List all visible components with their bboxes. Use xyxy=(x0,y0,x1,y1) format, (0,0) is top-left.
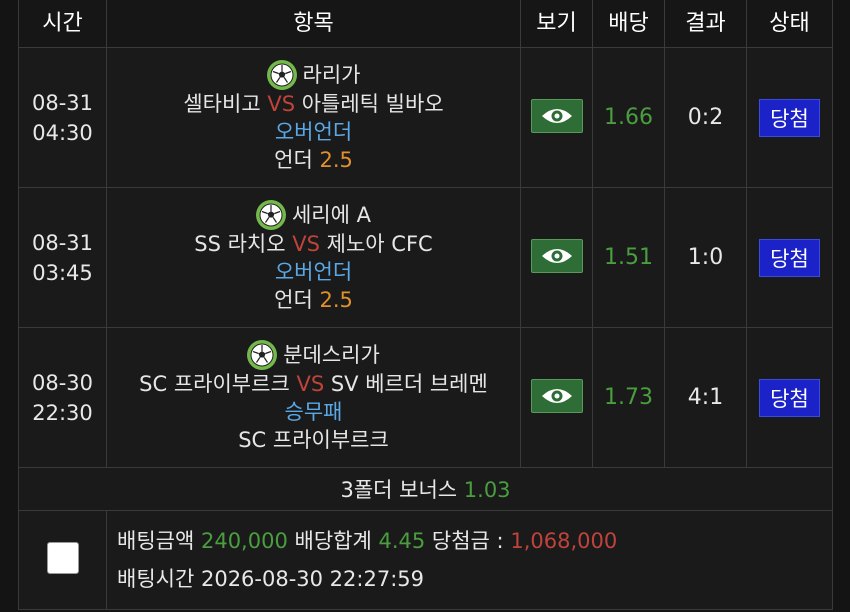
summary-row: 배팅금액 240,000 배당합계 4.45 당첨금 : 1,068,000 배… xyxy=(18,510,833,610)
bet-time: 03:45 xyxy=(32,260,93,285)
bonus-label: 3폴더 보너스 xyxy=(340,478,458,502)
home-team: SC 프라이부르크 xyxy=(139,371,290,396)
match-teams: SC 프라이부르크 VS SV 베르더 브레멘 xyxy=(107,370,520,398)
soccer-ball-icon xyxy=(266,59,297,90)
pick: 언더 xyxy=(274,287,313,312)
select-checkbox[interactable] xyxy=(46,542,79,574)
bet-date: 08-31 xyxy=(31,230,94,255)
bet-row: 08-30 22:30 분데스리가 SC 프라이부르크 VS SV 베르더 브레… xyxy=(18,327,833,468)
bet-date: 08-30 xyxy=(31,370,94,395)
pick-line: 언더 2.5 xyxy=(107,146,520,174)
eye-icon xyxy=(541,388,572,403)
pick: SC 프라이부르크 xyxy=(238,427,389,452)
status-cell: 당첨 xyxy=(746,327,833,468)
odds-cell: 1.66 xyxy=(592,47,665,188)
line-value: 2.5 xyxy=(319,147,353,172)
line-value: 2.5 xyxy=(319,287,353,312)
view-cell xyxy=(520,47,593,188)
home-team: 셀타비고 xyxy=(183,91,261,116)
pick-line: 언더 2.5 xyxy=(107,286,520,314)
eye-icon xyxy=(541,108,572,123)
odds-cell: 1.73 xyxy=(592,327,665,468)
league-name: 라리가 xyxy=(302,62,361,87)
header-item: 항목 xyxy=(106,0,521,48)
eye-icon xyxy=(541,248,572,263)
bonus-value: 1.03 xyxy=(463,478,511,502)
odds-cell: 1.51 xyxy=(592,187,665,328)
soccer-ball-icon xyxy=(247,339,278,370)
bet-history-panel: 시간 항목 보기 배당 결과 상태 08-31 04:30 라리가 셀타비고 V… xyxy=(0,0,850,612)
league-line: 세리에 A xyxy=(107,199,520,230)
bet-time-value: 2026-08-30 22:27:59 xyxy=(200,567,425,591)
bet-slip-table: 시간 항목 보기 배당 결과 상태 08-31 04:30 라리가 셀타비고 V… xyxy=(18,0,833,610)
amount-value: 240,000 xyxy=(200,529,288,553)
bet-row: 08-31 04:30 라리가 셀타비고 VS 아틀레틱 빌바오 오버언더 언더… xyxy=(18,47,833,188)
bet-item-cell: 세리에 A SS 라치오 VS 제노아 CFC 오버언더 언더 2.5 xyxy=(106,187,521,328)
market-type: 오버언더 xyxy=(274,119,353,144)
market-type: 오버언더 xyxy=(274,259,353,284)
status-button[interactable]: 당첨 xyxy=(759,238,820,277)
win-amount: 1,068,000 xyxy=(510,529,618,553)
bonus-cell: 3폴더 보너스 1.03 xyxy=(18,467,833,511)
amount-label: 배팅금액 xyxy=(117,529,195,553)
summary-cell: 배팅금액 240,000 배당합계 4.45 당첨금 : 1,068,000 배… xyxy=(106,510,833,610)
match-teams: 셀타비고 VS 아틀레틱 빌바오 xyxy=(107,90,520,118)
view-button[interactable] xyxy=(530,378,583,413)
match-teams: SS 라치오 VS 제노아 CFC xyxy=(107,230,520,258)
bet-item-cell: 분데스리가 SC 프라이부르크 VS SV 베르더 브레멘 승무패 SC 프라이… xyxy=(106,327,521,468)
status-cell: 당첨 xyxy=(746,187,833,328)
result-cell: 0:2 xyxy=(664,47,747,188)
vs-label: VS xyxy=(267,91,296,116)
bonus-row: 3폴더 보너스 1.03 xyxy=(18,467,833,511)
header-status: 상태 xyxy=(746,0,833,48)
total-odds-value: 4.45 xyxy=(378,529,426,553)
status-button[interactable]: 당첨 xyxy=(759,98,820,137)
bet-date: 08-31 xyxy=(31,90,94,115)
market-type: 승무패 xyxy=(284,399,343,424)
status-button[interactable]: 당첨 xyxy=(759,378,820,417)
view-button[interactable] xyxy=(530,98,583,133)
league-name: 세리에 A xyxy=(291,202,371,227)
pick-line: SC 프라이부르크 xyxy=(107,426,520,454)
bet-item-cell: 라리가 셀타비고 VS 아틀레틱 빌바오 오버언더 언더 2.5 xyxy=(106,47,521,188)
bet-time-cell: 08-30 22:30 xyxy=(18,327,107,468)
soccer-ball-icon xyxy=(255,199,286,230)
league-name: 분데스리가 xyxy=(283,342,380,367)
pick: 언더 xyxy=(274,147,313,172)
status-cell: 당첨 xyxy=(746,47,833,188)
bet-time-cell: 08-31 04:30 xyxy=(18,47,107,188)
result-cell: 1:0 xyxy=(664,187,747,328)
header-odds: 배당 xyxy=(592,0,665,48)
view-button[interactable] xyxy=(530,238,583,273)
away-team: SV 베르더 브레멘 xyxy=(330,371,488,396)
league-line: 분데스리가 xyxy=(107,339,520,370)
bet-time-label: 배팅시간 xyxy=(117,567,195,591)
bet-time: 04:30 xyxy=(32,120,93,145)
result-cell: 4:1 xyxy=(664,327,747,468)
total-odds-label: 배당합계 xyxy=(294,529,372,553)
win-label: 당첨금 : xyxy=(431,529,504,553)
header-time: 시간 xyxy=(18,0,107,48)
bet-time: 22:30 xyxy=(32,400,93,425)
summary-amounts: 배팅금액 240,000 배당합계 4.45 당첨금 : 1,068,000 xyxy=(117,522,832,560)
home-team: SS 라치오 xyxy=(194,231,286,256)
header-row: 시간 항목 보기 배당 결과 상태 xyxy=(18,0,833,48)
vs-label: VS xyxy=(296,371,325,396)
view-cell xyxy=(520,187,593,328)
away-team: 제노아 CFC xyxy=(326,231,433,256)
away-team: 아틀레틱 빌바오 xyxy=(301,91,444,116)
vs-label: VS xyxy=(292,231,320,256)
select-cell xyxy=(18,510,107,610)
header-result: 결과 xyxy=(664,0,747,48)
header-view: 보기 xyxy=(520,0,593,48)
league-line: 라리가 xyxy=(107,59,520,90)
view-cell xyxy=(520,327,593,468)
bet-time-cell: 08-31 03:45 xyxy=(18,187,107,328)
bet-row: 08-31 03:45 세리에 A SS 라치오 VS 제노아 CFC 오버언더… xyxy=(18,187,833,328)
summary-time: 배팅시간 2026-08-30 22:27:59 xyxy=(117,560,832,598)
